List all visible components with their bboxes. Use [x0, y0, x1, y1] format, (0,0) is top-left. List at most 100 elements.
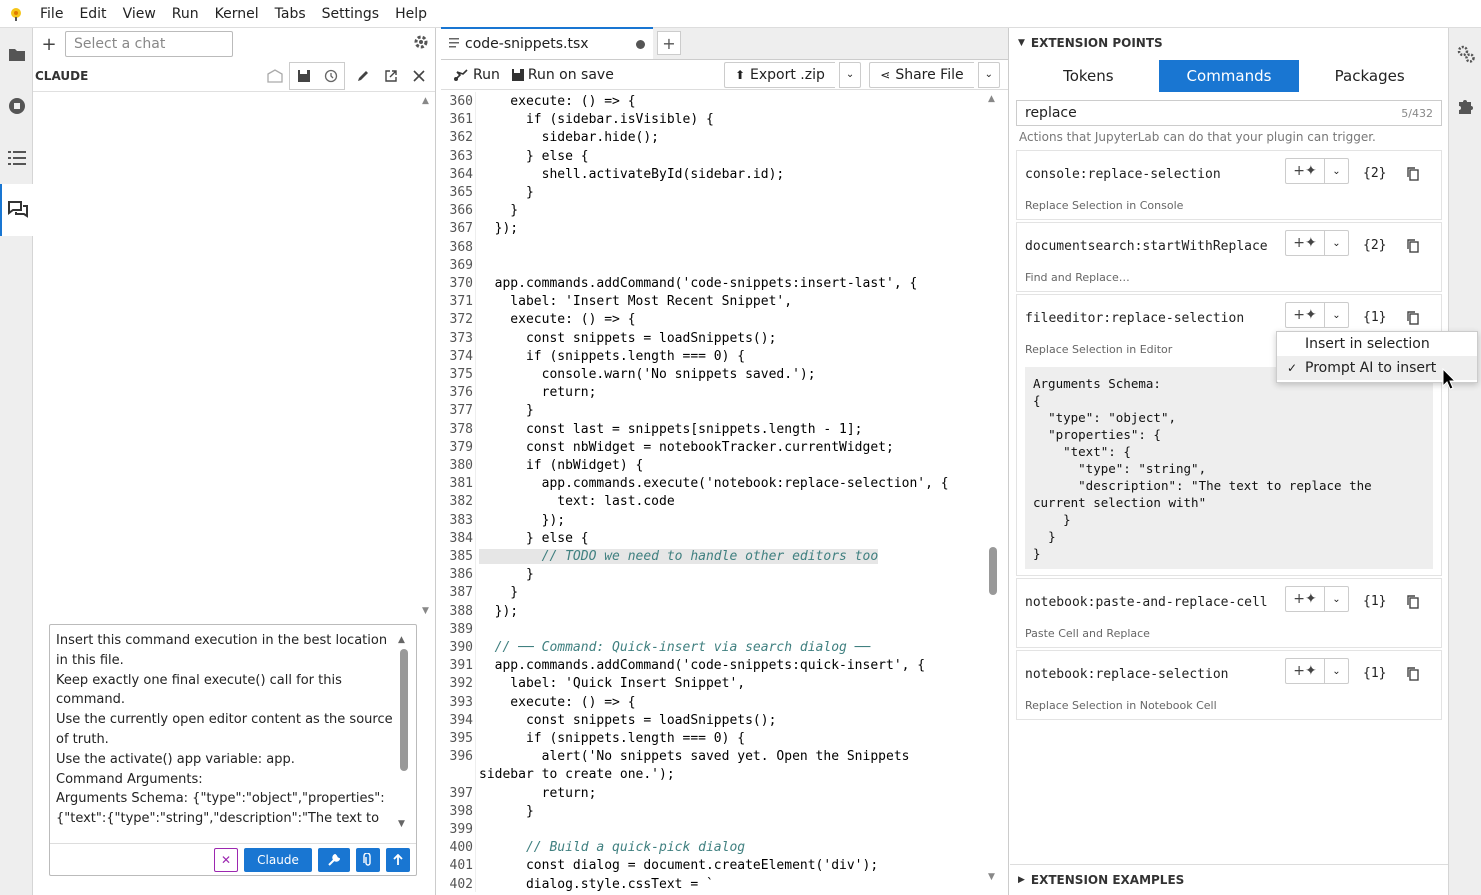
share-file-button[interactable]: ⋖ Share File — [869, 61, 974, 88]
add-command-button[interactable]: +✦ ⌄ — [1285, 230, 1349, 256]
new-chat-icon[interactable]: + — [39, 34, 59, 55]
tab-commands[interactable]: Commands — [1158, 60, 1300, 92]
chevron-down-icon[interactable]: ⌄ — [1324, 659, 1348, 683]
running-sessions-icon[interactable] — [0, 80, 33, 132]
mark-read-icon[interactable] — [261, 62, 289, 90]
code-line[interactable]: } — [479, 567, 534, 582]
menu-item-insert-in-selection[interactable]: Insert in selection — [1277, 332, 1477, 356]
menu-edit[interactable]: Edit — [71, 0, 114, 28]
property-inspector-icon[interactable] — [1449, 28, 1481, 80]
code-line[interactable]: const snippets = loadSnippets(); — [479, 713, 776, 728]
menu-tabs[interactable]: Tabs — [267, 0, 314, 28]
edit-icon[interactable] — [349, 62, 377, 90]
file-browser-icon[interactable] — [0, 28, 33, 80]
chevron-down-icon[interactable]: ⌄ — [1324, 159, 1348, 183]
table-of-contents-icon[interactable] — [0, 132, 33, 184]
code-line[interactable]: } — [479, 804, 534, 819]
gear-icon[interactable] — [413, 34, 429, 54]
chevron-down-icon[interactable]: ⌄ — [1324, 231, 1348, 255]
copy-icon[interactable] — [1407, 167, 1419, 185]
command-search-input[interactable]: replace 5/432 — [1016, 100, 1442, 126]
code-line[interactable]: }); — [479, 221, 519, 236]
code-line[interactable]: return; — [479, 786, 597, 801]
export-dropdown-button[interactable]: ⌄ — [838, 61, 862, 88]
send-icon[interactable] — [386, 848, 410, 872]
extension-icon[interactable] — [1449, 80, 1481, 132]
code-line[interactable]: }); — [479, 604, 519, 619]
argument-count[interactable]: {2} — [1363, 166, 1386, 181]
code-line[interactable]: app.commands.execute('notebook:replace-s… — [479, 476, 949, 491]
argument-count[interactable]: {1} — [1363, 594, 1386, 609]
code-line[interactable]: label: 'Quick Insert Snippet', — [479, 676, 745, 691]
copy-icon[interactable] — [1407, 667, 1419, 685]
unsaved-dot-icon[interactable] — [636, 39, 645, 49]
code-line[interactable]: // TODO we need to handle other editors … — [479, 549, 879, 564]
attach-icon[interactable] — [356, 848, 380, 872]
model-select-button[interactable]: Claude — [244, 848, 312, 872]
code-line[interactable]: // Build a quick-pick dialog — [479, 840, 745, 855]
code-scrollbar[interactable] — [989, 547, 997, 595]
history-icon[interactable] — [317, 61, 345, 90]
cancel-icon[interactable]: ✕ — [214, 848, 238, 872]
chat-scroll-up-icon[interactable]: ▲ — [422, 96, 429, 106]
open-external-icon[interactable] — [377, 62, 405, 90]
code-line[interactable]: execute: () => { — [479, 695, 635, 710]
new-tab-button[interactable]: + — [657, 31, 681, 55]
menu-view[interactable]: View — [115, 0, 164, 28]
code-line[interactable]: alert('No snippets saved yet. Open the S… — [479, 749, 910, 764]
code-line[interactable]: if (snippets.length === 0) { — [479, 731, 745, 746]
extension-examples-header[interactable]: ▶ EXTENSION EXAMPLES — [1010, 864, 1448, 894]
share-dropdown-button[interactable]: ⌄ — [977, 61, 1000, 88]
code-line[interactable]: } — [479, 403, 534, 418]
input-scroll-down-icon[interactable]: ▼ — [398, 819, 405, 829]
code-line[interactable]: } else { — [479, 531, 589, 546]
code-line[interactable]: dialog.style.cssText = ` — [479, 877, 714, 892]
copy-icon[interactable] — [1407, 311, 1419, 329]
chevron-down-icon[interactable]: ⌄ — [1324, 587, 1348, 611]
extension-points-header[interactable]: ▼ EXTENSION POINTS — [1010, 28, 1448, 58]
menu-settings[interactable]: Settings — [314, 0, 387, 28]
code-line[interactable]: if (nbWidget) { — [479, 458, 643, 473]
tab-code-snippets[interactable]: code-snippets.tsx — [441, 27, 653, 59]
code-line[interactable]: if (snippets.length === 0) { — [479, 349, 745, 364]
argument-count[interactable]: {1} — [1363, 310, 1386, 325]
wrench-icon[interactable] — [318, 848, 350, 872]
code-line[interactable]: app.commands.addCommand('code-snippets:q… — [479, 658, 925, 673]
chat-messages-area[interactable]: ▲ ▼ — [33, 92, 433, 644]
input-scrollbar[interactable] — [400, 649, 408, 771]
chat-select-input[interactable]: Select a chat — [65, 31, 233, 57]
code-line[interactable]: const dialog = document.createElement('d… — [479, 858, 878, 873]
code-line[interactable]: } else { — [479, 149, 589, 164]
menu-kernel[interactable]: Kernel — [207, 0, 267, 28]
code-area[interactable]: 360 execute: () => {361 if (sidebar.isVi… — [441, 92, 993, 892]
code-line[interactable]: app.commands.addCommand('code-snippets:i… — [479, 276, 918, 291]
code-line[interactable]: if (sidebar.isVisible) { — [479, 112, 714, 127]
chat-input-text[interactable]: Insert this command execution in the bes… — [56, 631, 394, 829]
code-scroll-down-icon[interactable]: ▼ — [988, 872, 995, 882]
code-scroll-up-icon[interactable]: ▲ — [988, 94, 995, 104]
code-line[interactable]: execute: () => { — [479, 94, 635, 109]
tab-tokens[interactable]: Tokens — [1018, 60, 1159, 92]
menu-run[interactable]: Run — [164, 0, 207, 28]
code-line[interactable]: console.warn('No snippets saved.'); — [479, 367, 816, 382]
code-line[interactable]: execute: () => { — [479, 312, 635, 327]
code-line[interactable]: sidebar.hide(); — [479, 130, 659, 145]
code-line[interactable]: sidebar to create one.'); — [479, 767, 675, 782]
code-line[interactable]: } — [479, 185, 534, 200]
code-line[interactable]: const snippets = loadSnippets(); — [479, 331, 776, 346]
save-chat-icon[interactable] — [289, 61, 317, 90]
add-command-button[interactable]: +✦ ⌄ — [1285, 658, 1349, 684]
argument-count[interactable]: {2} — [1363, 238, 1386, 253]
argument-count[interactable]: {1} — [1363, 666, 1386, 681]
code-line[interactable]: const nbWidget = notebookTracker.current… — [479, 440, 894, 455]
run-button[interactable]: Run — [449, 62, 504, 88]
code-line[interactable]: }); — [479, 513, 565, 528]
add-command-button[interactable]: +✦ ⌄ — [1285, 586, 1349, 612]
add-command-button[interactable]: +✦ ⌄ — [1285, 158, 1349, 184]
code-line[interactable]: } — [479, 585, 518, 600]
chat-input-box[interactable]: Insert this command execution in the bes… — [49, 624, 417, 876]
menu-file[interactable]: File — [32, 0, 71, 28]
run-on-save-button[interactable]: Run on save — [508, 62, 618, 88]
menu-help[interactable]: Help — [387, 0, 435, 28]
export-zip-button[interactable]: ⬆ Export .zip — [723, 61, 835, 88]
